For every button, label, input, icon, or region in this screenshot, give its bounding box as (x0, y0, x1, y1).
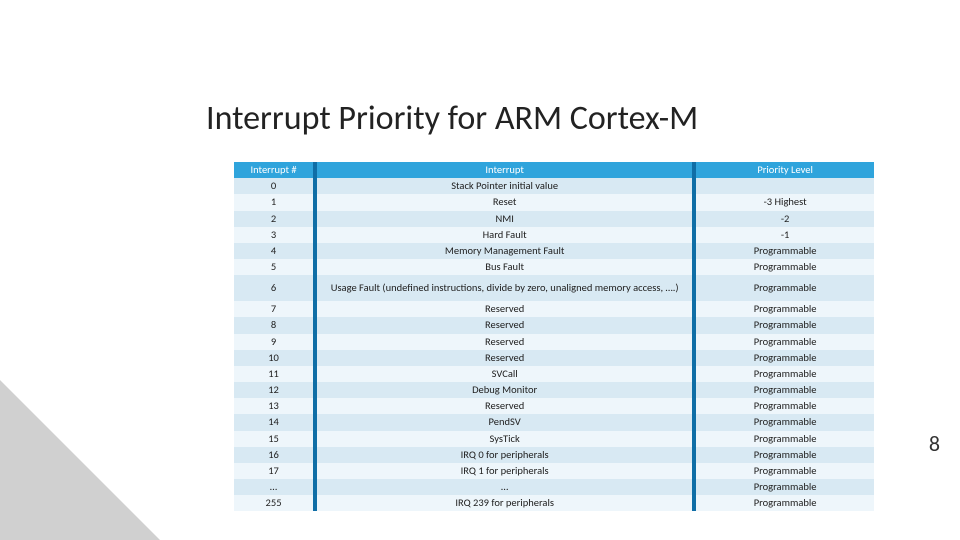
cell-interrupt-desc: Reserved (317, 301, 692, 317)
cell-interrupt-number: 17 (234, 463, 313, 479)
cell-interrupt-number: 13 (234, 398, 313, 414)
cell-interrupt-number: 10 (234, 350, 313, 366)
table-row: 14PendSVProgrammable (234, 414, 874, 430)
cell-interrupt-desc: Stack Pointer initial value (317, 178, 692, 194)
cell-priority-level: -1 (696, 227, 874, 243)
cell-interrupt-desc: SVCall (317, 366, 692, 382)
decor-triangle (0, 380, 160, 540)
cell-priority-level: -3 Highest (696, 194, 874, 210)
table-row: 15SysTickProgrammable (234, 431, 874, 447)
cell-priority-level: Programmable (696, 350, 874, 366)
cell-interrupt-desc: Memory Management Fault (317, 243, 692, 259)
cell-priority-level: Programmable (696, 495, 874, 511)
cell-interrupt-desc: SysTick (317, 431, 692, 447)
cell-interrupt-desc: IRQ 0 for peripherals (317, 447, 692, 463)
cell-priority-level: Programmable (696, 259, 874, 275)
cell-priority-level: Programmable (696, 334, 874, 350)
table-row: 7ReservedProgrammable (234, 301, 874, 317)
cell-interrupt-desc: Debug Monitor (317, 382, 692, 398)
cell-priority-level: Programmable (696, 243, 874, 259)
cell-interrupt-number: 7 (234, 301, 313, 317)
table-row: 11SVCallProgrammable (234, 366, 874, 382)
cell-interrupt-number: 9 (234, 334, 313, 350)
cell-priority-level: Programmable (696, 447, 874, 463)
cell-priority-level: -2 (696, 211, 874, 227)
cell-priority-level: Programmable (696, 479, 874, 495)
cell-interrupt-number: 12 (234, 382, 313, 398)
cell-interrupt-desc: Bus Fault (317, 259, 692, 275)
cell-interrupt-desc: IRQ 1 for peripherals (317, 463, 692, 479)
table-row: 0Stack Pointer initial value (234, 178, 874, 194)
cell-interrupt-number: 255 (234, 495, 313, 511)
cell-interrupt-number: 11 (234, 366, 313, 382)
table-row: 3Hard Fault-1 (234, 227, 874, 243)
header-priority-level: Priority Level (696, 162, 874, 178)
slide-title: Interrupt Priority for ARM Cortex-M (206, 98, 698, 139)
table-row: 12Debug MonitorProgrammable (234, 382, 874, 398)
table-row: 255IRQ 239 for peripheralsProgrammable (234, 495, 874, 511)
header-interrupt-desc: Interrupt (317, 162, 692, 178)
cell-interrupt-desc: Usage Fault (undefined instructions, div… (317, 275, 692, 301)
cell-interrupt-desc: Reserved (317, 334, 692, 350)
cell-interrupt-desc: Reserved (317, 350, 692, 366)
page-number: 8 (929, 430, 940, 457)
header-interrupt-number: Interrupt # (234, 162, 313, 178)
cell-priority-level: Programmable (696, 317, 874, 333)
cell-interrupt-number: … (234, 479, 313, 495)
table-row: 5Bus FaultProgrammable (234, 259, 874, 275)
cell-interrupt-desc: PendSV (317, 414, 692, 430)
cell-interrupt-number: 16 (234, 447, 313, 463)
cell-interrupt-number: 1 (234, 194, 313, 210)
table-row: 16IRQ 0 for peripheralsProgrammable (234, 447, 874, 463)
cell-interrupt-desc: IRQ 239 for peripherals (317, 495, 692, 511)
cell-priority-level: Programmable (696, 398, 874, 414)
table-row: 8ReservedProgrammable (234, 317, 874, 333)
cell-priority-level: Programmable (696, 414, 874, 430)
cell-interrupt-desc: Reset (317, 194, 692, 210)
cell-interrupt-number: 4 (234, 243, 313, 259)
table-row: 1Reset-3 Highest (234, 194, 874, 210)
cell-interrupt-desc: Hard Fault (317, 227, 692, 243)
cell-interrupt-number: 2 (234, 211, 313, 227)
cell-interrupt-desc: Reserved (317, 398, 692, 414)
cell-interrupt-number: 8 (234, 317, 313, 333)
cell-priority-level: Programmable (696, 275, 874, 301)
table-row: 17IRQ 1 for peripheralsProgrammable (234, 463, 874, 479)
cell-priority-level: Programmable (696, 431, 874, 447)
table-row: 9ReservedProgrammable (234, 334, 874, 350)
cell-interrupt-number: 5 (234, 259, 313, 275)
table-row: 10ReservedProgrammable (234, 350, 874, 366)
cell-priority-level: Programmable (696, 366, 874, 382)
cell-priority-level: Programmable (696, 301, 874, 317)
cell-interrupt-number: 3 (234, 227, 313, 243)
table-row: 6Usage Fault (undefined instructions, di… (234, 275, 874, 301)
cell-interrupt-number: 6 (234, 275, 313, 301)
cell-interrupt-desc: NMI (317, 211, 692, 227)
cell-priority-level: Programmable (696, 382, 874, 398)
cell-priority-level (696, 178, 874, 194)
cell-interrupt-desc: … (317, 479, 692, 495)
cell-priority-level: Programmable (696, 463, 874, 479)
table-body: 0Stack Pointer initial value1Reset-3 Hig… (234, 178, 874, 511)
cell-interrupt-number: 15 (234, 431, 313, 447)
table-row: ……Programmable (234, 479, 874, 495)
table-row: 13ReservedProgrammable (234, 398, 874, 414)
cell-interrupt-number: 0 (234, 178, 313, 194)
table-row: 2NMI-2 (234, 211, 874, 227)
interrupt-table: Interrupt # Interrupt Priority Level 0St… (234, 162, 874, 511)
cell-interrupt-number: 14 (234, 414, 313, 430)
cell-interrupt-desc: Reserved (317, 317, 692, 333)
table-row: 4Memory Management FaultProgrammable (234, 243, 874, 259)
table-header-row: Interrupt # Interrupt Priority Level (234, 162, 874, 178)
